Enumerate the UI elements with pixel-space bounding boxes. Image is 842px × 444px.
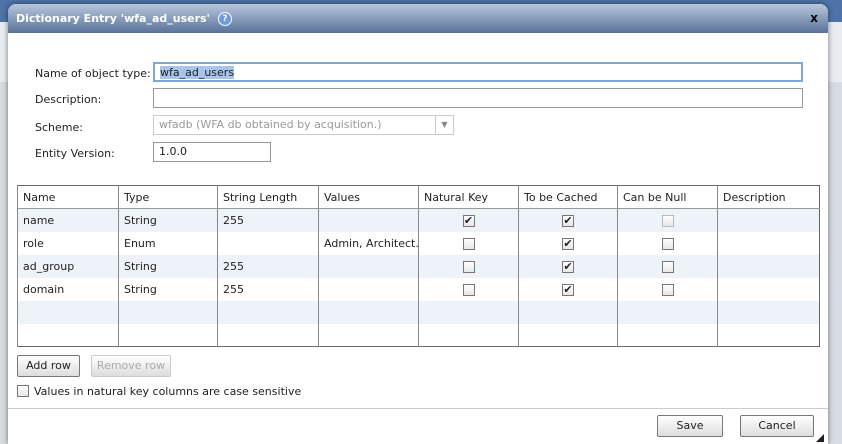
cell-string-length[interactable]: 255 — [217, 254, 319, 278]
column-header-string-length[interactable]: String Length — [217, 185, 319, 209]
empty-cell[interactable] — [418, 300, 519, 324]
cell-to-be-cached: ✔ — [518, 277, 618, 301]
to-be-cached-checkbox[interactable]: ✔ — [562, 214, 574, 227]
cell-name[interactable]: ad_group — [17, 254, 119, 278]
can-be-null-checkbox[interactable] — [661, 260, 674, 273]
cell-to-be-cached: ✔ — [518, 231, 618, 255]
cell-string-length[interactable] — [217, 231, 319, 255]
cell-can-be-null — [617, 208, 718, 232]
can-be-null-checkbox[interactable] — [661, 237, 674, 250]
cell-type[interactable]: Enum — [118, 231, 218, 255]
table-row-empty[interactable] — [17, 300, 820, 324]
cell-description[interactable] — [717, 277, 820, 301]
version-input[interactable]: 1.0.0 — [153, 142, 271, 162]
table-header: Name Type String Length Values Natural K… — [17, 185, 820, 209]
empty-cell[interactable] — [617, 300, 718, 324]
name-label: Name of object type: — [35, 67, 151, 80]
can-be-null-checkbox[interactable] — [661, 283, 674, 296]
description-input[interactable] — [153, 88, 803, 108]
footer-divider — [8, 408, 828, 409]
column-header-natural-key[interactable]: Natural Key — [418, 185, 519, 209]
cell-can-be-null — [617, 254, 718, 278]
empty-cell[interactable] — [418, 323, 519, 347]
table-row[interactable]: ad_group String 255 ✔ — [17, 254, 820, 278]
cell-can-be-null — [617, 277, 718, 301]
cell-values[interactable]: Admin, Architect... — [318, 231, 419, 255]
close-icon[interactable]: x — [810, 11, 818, 25]
empty-cell[interactable] — [518, 300, 618, 324]
column-header-name[interactable]: Name — [17, 185, 119, 209]
cell-natural-key — [418, 254, 519, 278]
remove-row-button[interactable]: Remove row — [91, 355, 171, 377]
column-header-can-be-null[interactable]: Can be Null — [617, 185, 718, 209]
cell-to-be-cached: ✔ — [518, 208, 618, 232]
save-button[interactable]: Save — [657, 415, 723, 437]
to-be-cached-checkbox[interactable]: ✔ — [562, 283, 574, 296]
cell-values[interactable] — [318, 208, 419, 232]
scheme-select[interactable]: wfadb (WFA db obtained by acquisition.) ▼ — [153, 115, 454, 135]
table-row[interactable]: role Enum Admin, Architect... ✔ — [17, 231, 820, 255]
table-row[interactable]: domain String 255 ✔ — [17, 277, 820, 301]
case-sensitive-label: Values in natural key columns are case s… — [34, 385, 302, 398]
table-row-empty[interactable] — [17, 323, 820, 347]
dialog-titlebar[interactable]: Dictionary Entry 'wfa_ad_users' ? — [8, 4, 828, 33]
case-sensitive-checkbox[interactable] — [17, 385, 29, 397]
dictionary-entry-dialog: Dictionary Entry 'wfa_ad_users' ? x Name… — [8, 4, 828, 444]
attributes-table: Name Type String Length Values Natural K… — [17, 185, 820, 347]
cell-can-be-null — [617, 231, 718, 255]
column-header-type[interactable]: Type — [118, 185, 218, 209]
help-icon[interactable]: ? — [217, 11, 232, 26]
cell-natural-key: ✔ — [418, 208, 519, 232]
table-row[interactable]: name String 255 ✔ ✔ — [17, 208, 820, 232]
cancel-button[interactable]: Cancel — [740, 415, 814, 437]
column-header-values[interactable]: Values — [318, 185, 419, 209]
empty-cell[interactable] — [217, 323, 319, 347]
to-be-cached-checkbox[interactable]: ✔ — [562, 260, 574, 273]
cell-description[interactable] — [717, 254, 820, 278]
column-header-to-be-cached[interactable]: To be Cached — [518, 185, 618, 209]
dialog-title: Dictionary Entry 'wfa_ad_users' — [16, 12, 210, 25]
cell-natural-key — [418, 231, 519, 255]
empty-cell[interactable] — [118, 323, 218, 347]
empty-cell[interactable] — [17, 300, 119, 324]
cell-values[interactable] — [318, 254, 419, 278]
cell-name[interactable]: domain — [17, 277, 119, 301]
cell-values[interactable] — [318, 277, 419, 301]
empty-cell[interactable] — [717, 300, 820, 324]
natural-key-checkbox[interactable] — [462, 237, 475, 250]
name-input[interactable]: wfa_ad_users — [153, 62, 803, 82]
name-value: wfa_ad_users — [160, 66, 235, 79]
add-row-button[interactable]: Add row — [17, 355, 80, 377]
empty-cell[interactable] — [118, 300, 218, 324]
natural-key-checkbox[interactable] — [462, 283, 475, 296]
scheme-label: Scheme: — [35, 121, 83, 134]
cell-natural-key — [418, 277, 519, 301]
natural-key-checkbox[interactable]: ✔ — [462, 214, 475, 227]
cell-to-be-cached: ✔ — [518, 254, 618, 278]
empty-cell[interactable] — [518, 323, 618, 347]
natural-key-checkbox[interactable] — [462, 260, 475, 273]
scheme-value: wfadb (WFA db obtained by acquisition.) — [159, 118, 382, 131]
chevron-down-icon[interactable]: ▼ — [435, 116, 453, 134]
empty-cell[interactable] — [217, 300, 319, 324]
column-header-description[interactable]: Description — [717, 185, 820, 209]
cell-type[interactable]: String — [118, 277, 218, 301]
cell-string-length[interactable]: 255 — [217, 208, 319, 232]
to-be-cached-checkbox[interactable]: ✔ — [562, 237, 574, 250]
empty-cell[interactable] — [717, 323, 820, 347]
cell-string-length[interactable]: 255 — [217, 277, 319, 301]
cell-description[interactable] — [717, 231, 820, 255]
empty-cell[interactable] — [617, 323, 718, 347]
empty-cell[interactable] — [318, 300, 419, 324]
cell-type[interactable]: String — [118, 254, 218, 278]
cell-description[interactable] — [717, 208, 820, 232]
empty-cell[interactable] — [318, 323, 419, 347]
description-label: Description: — [35, 93, 102, 106]
cell-name[interactable]: name — [17, 208, 119, 232]
can-be-null-checkbox[interactable] — [661, 214, 674, 227]
cell-name[interactable]: role — [17, 231, 119, 255]
empty-cell[interactable] — [17, 323, 119, 347]
cell-type[interactable]: String — [118, 208, 218, 232]
version-label: Entity Version: — [35, 147, 115, 160]
